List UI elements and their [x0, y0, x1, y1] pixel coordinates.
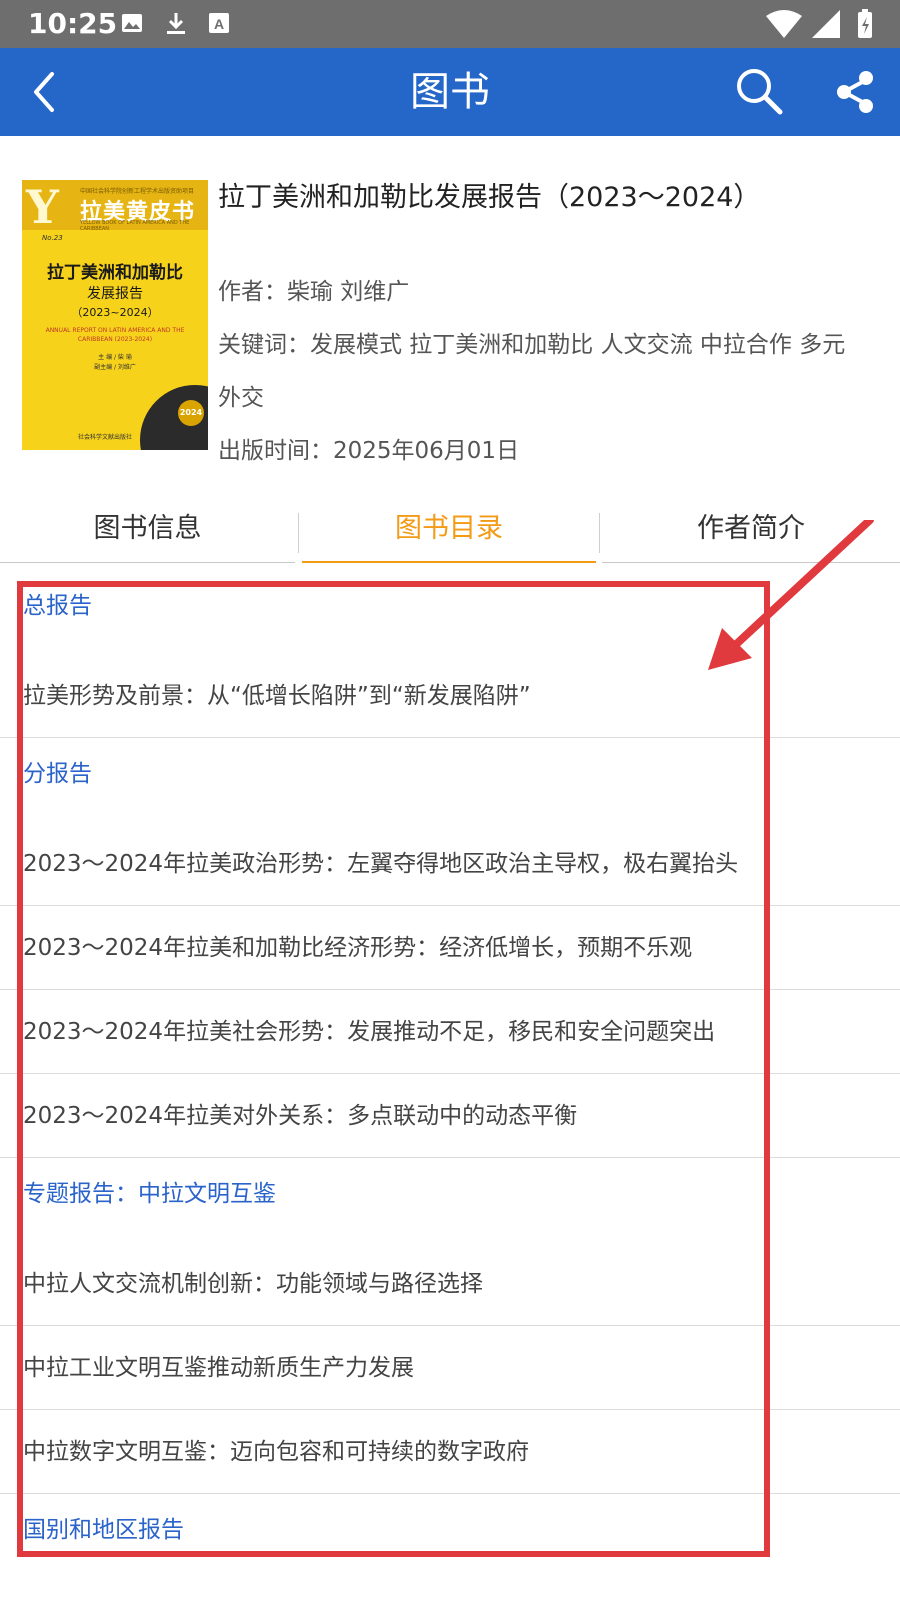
keywords-label: 关键词：: [218, 332, 310, 358]
book-cover[interactable]: Y 中国社会科学院创新工程学术出版资助项目 拉美黄皮书 YELLOW BOOK …: [22, 180, 208, 450]
cover-series-letter: Y: [26, 180, 59, 234]
toc-chapter-item[interactable]: 中拉工业文明互鉴推动新质生产力发展: [0, 1326, 900, 1410]
toc-list: 总报告 拉美形势及前景：从“低增长陷阱”到“新发展陷阱” 分报告 2023～2024年…: [0, 570, 900, 1578]
toc-chapter-item[interactable]: 中拉数字文明互鉴：迈向包容和可持续的数字政府: [0, 1410, 900, 1494]
tab-table-of-contents[interactable]: 图书目录: [302, 505, 596, 563]
toc-chapter-item[interactable]: 2023～2024年拉美对外关系：多点联动中的动态平衡: [0, 1074, 900, 1158]
toc-chapter-item[interactable]: 拉美形势及前景：从“低增长陷阱”到“新发展陷阱”: [0, 654, 900, 738]
share-icon[interactable]: [832, 68, 878, 116]
search-icon[interactable]: [734, 66, 786, 118]
cover-deputy-editor: 副主编 / 刘维广: [94, 364, 136, 371]
cover-publisher: 社会科学文献出版社: [78, 434, 133, 441]
battery-icon: [858, 9, 872, 38]
cover-title-line2: 发展报告: [87, 286, 143, 302]
tab-book-info[interactable]: 图书信息: [0, 505, 295, 563]
book-author: 作者：柴瑜 刘维广: [218, 266, 868, 319]
signal-icon: [812, 10, 840, 38]
author-value: 柴瑜 刘维广: [287, 279, 410, 305]
date-label: 出版时间：: [218, 438, 333, 464]
status-time: 10:25: [28, 7, 118, 40]
keywords-value: 发展模式 拉丁美洲和加勒比 人文交流 中拉合作 多元外交: [218, 332, 846, 411]
wifi-icon: [766, 10, 802, 38]
tab-divider: [599, 513, 600, 553]
app-bar: 图书: [0, 48, 900, 136]
toc-chapter-item[interactable]: 2023～2024年拉美和加勒比经济形势：经济低增长，预期不乐观: [0, 906, 900, 990]
svg-text:A: A: [214, 16, 224, 32]
status-bar: 10:25 A: [0, 0, 900, 48]
book-publish-date: 出版时间：2025年06月01日: [218, 425, 868, 478]
toc-chapter-item[interactable]: 2023～2024年拉美政治形势：左翼夺得地区政治主导权，极右翼抬头: [0, 822, 900, 906]
font-a-icon: A: [209, 13, 229, 33]
cover-editor: 主 编 / 柴 瑜: [98, 354, 132, 361]
tab-author-intro[interactable]: 作者简介: [602, 505, 900, 563]
tab-bar: 图书信息 图书目录 作者简介: [0, 505, 900, 563]
book-keywords: 关键词：发展模式 拉丁美洲和加勒比 人文交流 中拉合作 多元外交: [218, 319, 868, 425]
toc-chapter-item[interactable]: 中拉人文交流机制创新：功能领域与路径选择: [0, 1242, 900, 1326]
toc-chapter-item[interactable]: 2023～2024年拉美社会形势：发展推动不足，移民和安全问题突出: [0, 990, 900, 1074]
cover-number: No.23: [42, 234, 63, 242]
cover-year-badge: 2024: [178, 400, 204, 426]
cover-series-en: YELLOW BOOK OF LATIN AMERICA AND THE CAR…: [80, 220, 190, 232]
toc-section-heading[interactable]: 国别和地区报告: [0, 1494, 900, 1578]
author-label: 作者：: [218, 279, 287, 305]
cover-title-line1: 拉丁美洲和加勒比: [47, 263, 183, 283]
status-indicators: [766, 9, 872, 38]
toc-section-heading[interactable]: 总报告: [0, 570, 900, 654]
toc-section-heading[interactable]: 专题报告：中拉文明互鉴: [0, 1158, 900, 1242]
date-value: 2025年06月01日: [333, 438, 520, 464]
book-title: 拉丁美洲和加勒比发展报告（2023～2024）: [218, 182, 761, 213]
cover-title-line3: （2023~2024）: [71, 306, 159, 319]
image-icon: [122, 14, 142, 32]
download-icon: [167, 13, 185, 34]
tab-divider: [298, 513, 299, 553]
toc-section-heading[interactable]: 分报告: [0, 738, 900, 822]
back-arrow-icon[interactable]: [22, 66, 74, 118]
cover-title-en: ANNUAL REPORT ON LATIN AMERICA AND THE C…: [45, 327, 185, 343]
